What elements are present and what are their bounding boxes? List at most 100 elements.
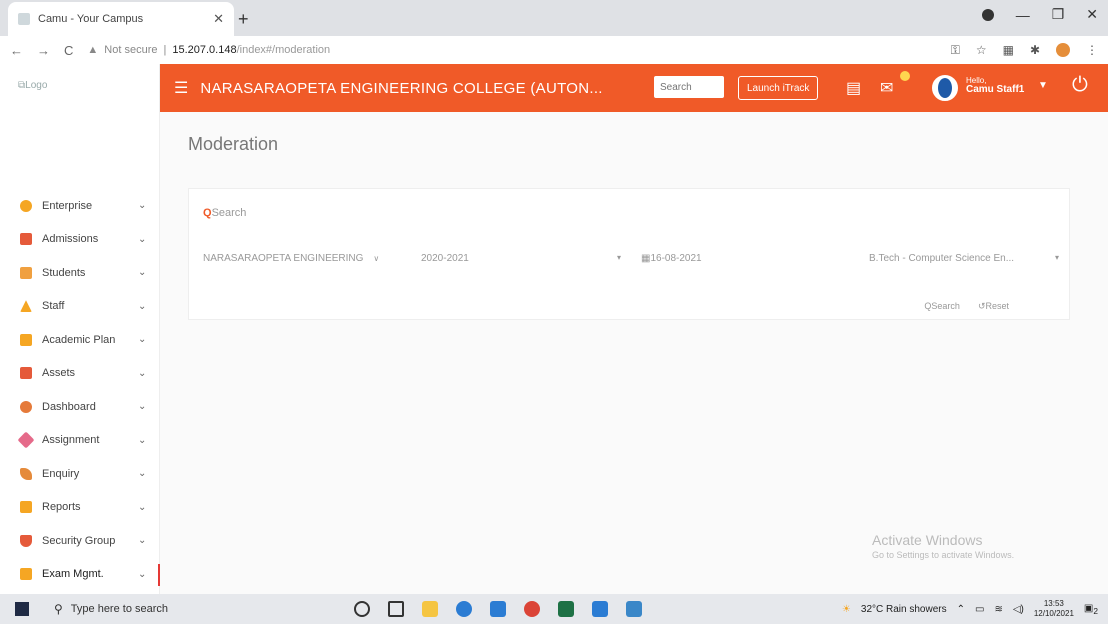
chevron-up-icon[interactable]: ⌃ [957, 604, 965, 615]
mail-icon[interactable]: ✉ [880, 78, 893, 98]
avatar[interactable] [930, 73, 960, 103]
launch-itrack-button[interactable]: Launch iTrack [738, 76, 819, 100]
chrome-icon[interactable] [524, 601, 540, 617]
search-toggle[interactable]: QSearch [203, 207, 246, 219]
forward-icon[interactable]: → [37, 43, 50, 58]
separator: | [163, 44, 167, 56]
windows-icon [15, 602, 29, 616]
app-icon[interactable] [592, 601, 608, 617]
sidebar-item-assets[interactable]: Assets ⌄ [0, 357, 160, 391]
photos-icon[interactable] [626, 601, 642, 617]
sidebar-item-assignment[interactable]: Assignment ⌄ [0, 424, 160, 458]
minimize-icon[interactable]: — [1016, 7, 1030, 23]
college-select-value: NARASARAOPETA ENGINEERING [203, 253, 364, 264]
star-icon[interactable]: ☆ [976, 43, 987, 57]
program-value: B.Tech - Computer Science En... [869, 253, 1015, 264]
key-icon[interactable]: ⚿ [951, 43, 960, 58]
taskbar-apps [354, 601, 642, 617]
search-icon: ⚲ [54, 602, 63, 616]
address-bar: ← → C ▲ Not secure | 15.207.0.148/index#… [0, 36, 1108, 64]
start-button[interactable] [0, 602, 44, 616]
search-toggle-label: Search [211, 207, 247, 219]
chevron-down-icon: ⌄ [138, 501, 147, 513]
staff-icon [20, 300, 32, 313]
taskbar-search[interactable]: ⚲ Type here to search [44, 594, 304, 624]
close-tab-icon[interactable]: ✕ [213, 11, 224, 27]
sidebar-item-dashboard[interactable]: Dashboard ⌄ [0, 390, 160, 424]
weather-text[interactable]: 32°C Rain showers [861, 604, 947, 615]
back-icon[interactable]: ← [10, 43, 23, 58]
task-view-icon[interactable] [388, 601, 404, 617]
shield-icon [20, 534, 32, 547]
chevron-down-icon: ∨ [373, 254, 380, 263]
sidebar-item-enquiry[interactable]: Enquiry ⌄ [0, 457, 160, 491]
sidebar-item-label: Security Group [42, 534, 116, 547]
sidebar-item-security-group[interactable]: Security Group ⌄ [0, 524, 160, 558]
weather-icon: ☀ [841, 603, 851, 615]
favicon-icon [18, 13, 30, 25]
book-icon [20, 333, 32, 346]
program-select[interactable]: B.Tech - Computer Science En... ▾ [869, 253, 1059, 264]
sidebar-item-staff[interactable]: Staff ⌄ [0, 290, 160, 324]
menu-dots-icon[interactable]: ⋮ [1086, 43, 1098, 57]
notification-badge [900, 71, 910, 81]
reload-icon[interactable]: C [64, 43, 73, 58]
sidebar-item-admissions[interactable]: Admissions ⌄ [0, 223, 160, 257]
clock[interactable]: 13:53 12/10/2021 [1034, 599, 1074, 619]
puzzle-icon[interactable]: ✱ [1030, 43, 1040, 57]
list-icon [20, 233, 32, 246]
browser-tabstrip: Camu - Your Campus ✕ + — ❐ ✕ [0, 0, 1108, 36]
reset-button[interactable]: ↺Reset [978, 301, 1009, 312]
browser-tab[interactable]: Camu - Your Campus ✕ [8, 2, 234, 36]
file-explorer-icon[interactable] [422, 601, 438, 617]
excel-icon[interactable] [558, 601, 574, 617]
caret-down-icon[interactable]: ▼ [1038, 80, 1048, 91]
list-view-icon[interactable]: ▤ [846, 78, 861, 98]
watermark-title: Activate Windows [872, 532, 983, 548]
store-icon[interactable] [490, 601, 506, 617]
security-label[interactable]: Not secure [104, 44, 157, 56]
header-search-input[interactable] [654, 76, 724, 98]
new-tab-icon[interactable]: + [238, 9, 249, 30]
phone-icon [20, 467, 32, 480]
notification-center[interactable]: ▣2 [1084, 603, 1098, 616]
cortana-icon[interactable] [354, 601, 370, 617]
sidebar-item-academic-plan[interactable]: Academic Plan ⌄ [0, 323, 160, 357]
chevron-down-icon: ⌄ [138, 367, 147, 379]
chevron-down-icon: ⌄ [138, 200, 147, 212]
date-field[interactable]: ▦16-08-2021 [641, 253, 702, 264]
extension-icon[interactable]: ▦ [1003, 43, 1014, 57]
chevron-down-icon: ⌄ [138, 233, 147, 245]
academic-year-select[interactable]: 2020-2021 ▾ [421, 253, 621, 264]
college-select[interactable]: NARASARAOPETA ENGINEERING ∨ [203, 253, 379, 264]
url-host: 15.207.0.148 [172, 44, 237, 56]
clock-date: 12/10/2021 [1033, 609, 1074, 618]
record-icon[interactable] [981, 8, 994, 21]
close-window-icon[interactable]: ✕ [1086, 6, 1098, 23]
sidebar-item-reports[interactable]: Reports ⌄ [0, 491, 160, 525]
restore-icon[interactable]: ❐ [1052, 6, 1065, 23]
college-name: NARASARAOPETA ENGINEERING COLLEGE (AUTON… [200, 79, 603, 97]
sidebar-item-enterprise[interactable]: Enterprise ⌄ [0, 189, 160, 223]
user-greeting[interactable]: Hello, Camu Staff1 [966, 76, 1024, 95]
profile-icon[interactable] [1056, 43, 1070, 57]
search-button[interactable]: QSearch [924, 301, 960, 312]
chevron-down-icon: ⌄ [138, 401, 147, 413]
power-icon[interactable]: ⏻ [1072, 74, 1088, 97]
sidebar-item-students[interactable]: Students ⌄ [0, 256, 160, 290]
window-controls: — ❐ ✕ [981, 6, 1098, 23]
sidebar-item-label: Enterprise [42, 199, 93, 212]
sidebar-item-label: Reports [42, 501, 81, 514]
url-field[interactable]: 15.207.0.148/index#/moderation [172, 44, 330, 56]
battery-icon[interactable]: ▭ [975, 604, 984, 615]
main-content: Moderation QSearch NARASARAOPETA ENGINEE… [160, 112, 1108, 594]
sidebar-item-exam-mgmt[interactable]: Exam Mgmt. ⌄ [0, 558, 161, 592]
wifi-icon[interactable]: ≋ [994, 604, 1002, 615]
hamburger-menu-icon[interactable]: ☰ [174, 78, 188, 98]
page-title: Moderation [188, 134, 279, 154]
caret-down-icon: ▾ [1054, 253, 1059, 262]
edge-icon[interactable] [456, 601, 472, 617]
assets-icon [20, 367, 32, 380]
volume-icon[interactable]: ◁) [1013, 604, 1024, 615]
sidebar-menu: Enterprise ⌄ Admissions ⌄ Students ⌄ Staff ⌄… [0, 189, 161, 592]
